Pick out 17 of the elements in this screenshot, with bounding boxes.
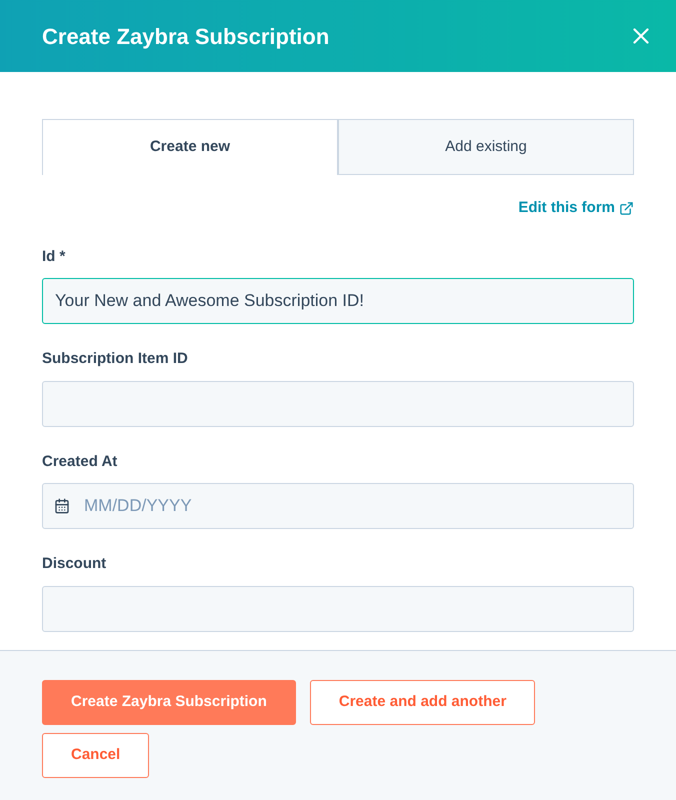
tab[interactable]: Add existing	[338, 119, 634, 175]
input-field[interactable]	[42, 380, 634, 426]
secondary-button[interactable]: Cancel	[42, 733, 150, 778]
submit-button[interactable]: Create Zaybra Subscription	[42, 680, 296, 725]
tab[interactable]: Create new	[42, 119, 338, 175]
external-link-icon	[619, 200, 634, 216]
input-field[interactable]: Your New and Awesome Subscription ID!	[42, 278, 634, 324]
edit-form-link[interactable]: Edit this form	[518, 197, 634, 220]
calendar-icon	[54, 498, 70, 514]
dialog-title: Create Zaybra Subscription	[42, 22, 330, 51]
input-field[interactable]	[42, 586, 634, 632]
field-label: Id *	[42, 246, 66, 266]
field-label: Discount	[42, 554, 108, 574]
secondary-button[interactable]: Create and add another	[310, 680, 536, 725]
date-field[interactable]: MM/DD/YYYY	[42, 483, 634, 529]
field-label: Subscription Item ID	[42, 349, 189, 369]
field-label: Created At	[42, 452, 118, 472]
